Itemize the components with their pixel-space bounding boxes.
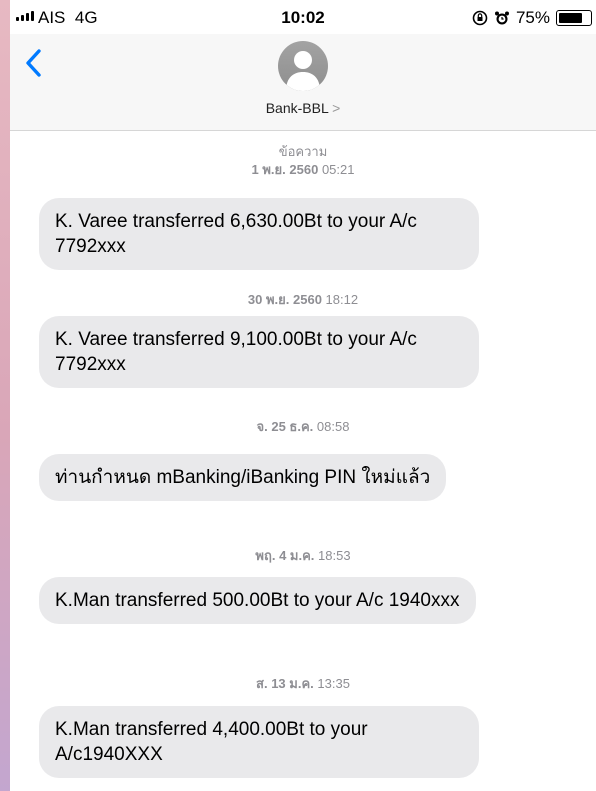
alarm-clock-icon	[494, 11, 509, 25]
conversation-header: Bank-BBL >	[10, 34, 596, 131]
message-bubble[interactable]: K. Varee transferred 6,630.00Bt to your …	[39, 198, 479, 270]
chevron-left-icon	[26, 49, 41, 77]
timestamp-time: 18:12	[325, 292, 359, 307]
timestamp-date: 30 พ.ย. 2560	[247, 292, 322, 307]
message-thread[interactable]: ข้อความ 1 พ.ย. 2560 05:21 K. Varee trans…	[10, 131, 596, 791]
timestamp-time: 18:53	[318, 548, 351, 563]
battery-percent: 75%	[515, 8, 550, 27]
message-timestamp: พฤ. 4 ม.ค. 18:53	[10, 547, 596, 564]
contact-name-link[interactable]: Bank-BBL >	[10, 100, 596, 116]
timestamp-date: 1 พ.ย. 2560	[251, 162, 319, 177]
timestamp-time: 08:58	[316, 419, 350, 434]
status-bar: AIS 4G 10:02 75%	[10, 0, 596, 34]
contact-avatar[interactable]	[278, 41, 328, 91]
message-timestamp: ส. 13 ม.ค. 13:35	[10, 675, 596, 692]
message-bubble[interactable]: K.Man transferred 500.00Bt to your A/c 1…	[39, 577, 476, 624]
phone-screen: AIS 4G 10:02 75% Bank-BBL > ข้อความ 1 พ.…	[10, 0, 596, 791]
timestamp-date: ส. 13 ม.ค.	[256, 676, 314, 691]
orientation-lock-icon	[472, 10, 488, 26]
message-bubble[interactable]: K. Varee transferred 9,100.00Bt to your …	[39, 316, 479, 388]
timestamp-time: 13:35	[317, 676, 350, 691]
message-bubble[interactable]: ท่านกำหนด mBanking/iBanking PIN ใหม่แล้ว	[39, 454, 447, 501]
timestamp-date: พฤ. 4 ม.ค.	[255, 548, 315, 563]
message-timestamp: 1 พ.ย. 2560 05:21	[10, 161, 596, 178]
timestamp-time: 05:21	[321, 162, 355, 177]
message-timestamp: 30 พ.ย. 2560 18:12	[10, 291, 596, 308]
thread-label: ข้อความ	[278, 144, 328, 159]
message-timestamp: จ. 25 ธ.ค. 08:58	[10, 418, 596, 435]
contact-name: Bank-BBL	[265, 100, 329, 116]
status-indicators: 75%	[472, 8, 592, 28]
battery-fill	[559, 13, 582, 23]
message-bubble[interactable]: K.Man transferred 4,400.00Bt to your A/c…	[39, 706, 479, 778]
timestamp-date: จ. 25 ธ.ค.	[256, 419, 314, 434]
battery-icon	[556, 10, 592, 26]
person-silhouette-icon	[286, 51, 320, 91]
chevron-right-icon: >	[332, 100, 341, 116]
back-button[interactable]	[20, 46, 50, 80]
